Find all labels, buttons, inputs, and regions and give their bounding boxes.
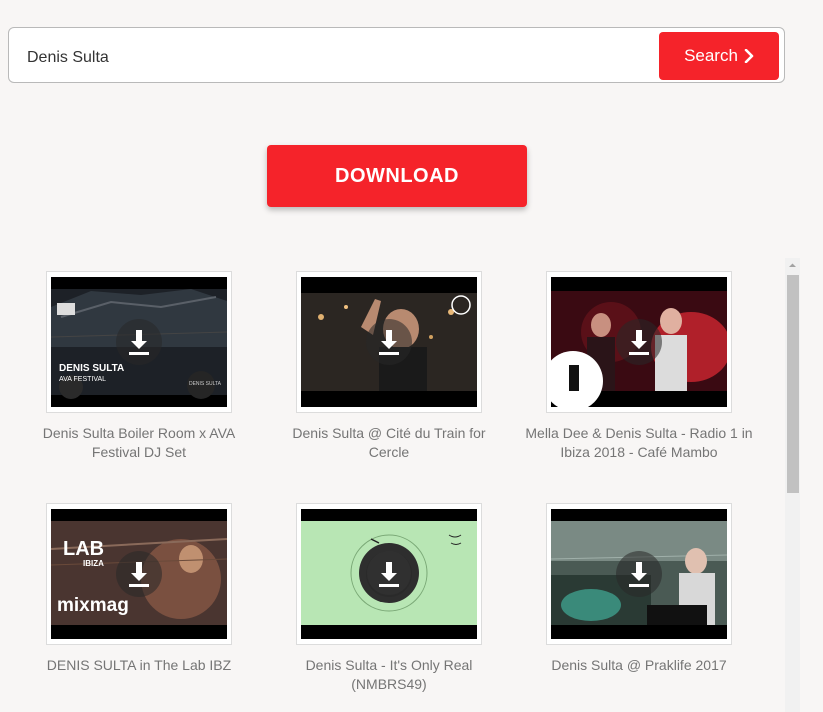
video-title[interactable]: DENIS SULTA in The Lab IBZ <box>25 656 253 675</box>
download-overlay-icon[interactable] <box>366 319 412 365</box>
video-title[interactable]: Denis Sulta @ Praklife 2017 <box>525 656 753 675</box>
download-overlay-icon[interactable] <box>366 551 412 597</box>
video-thumbnail[interactable] <box>546 503 732 645</box>
search-bar: Search <box>8 27 785 83</box>
results-grid: DENIS SULTA AVA FESTIVAL DENIS SULTA Den… <box>0 258 782 712</box>
video-thumbnail[interactable] <box>546 271 732 413</box>
thumb-watermark: DENIS SULTA <box>188 381 221 387</box>
thumb-caption: DENIS SULTA <box>59 363 125 374</box>
download-overlay-icon[interactable] <box>116 319 162 365</box>
video-title[interactable]: Denis Sulta Boiler Room x AVA Festival D… <box>25 424 253 462</box>
download-overlay-icon[interactable] <box>116 551 162 597</box>
video-thumbnail[interactable]: LAB IBIZA mixmag <box>46 503 232 645</box>
search-button[interactable]: Search <box>659 32 779 80</box>
video-title[interactable]: Denis Sulta @ Cité du Train for Cercle <box>275 424 503 462</box>
video-title[interactable]: Denis Sulta - It's Only Real (NMBRS49) <box>275 656 503 694</box>
scrollbar-thumb[interactable] <box>787 275 799 493</box>
thumb-logo: LAB <box>63 538 105 560</box>
scroll-up-arrow-icon[interactable] <box>785 258 800 273</box>
search-button-label: Search <box>684 46 738 65</box>
search-input[interactable] <box>25 44 629 72</box>
thumb-subcaption: IBIZA <box>83 559 104 568</box>
results-scrollbar[interactable] <box>785 258 800 712</box>
video-title[interactable]: Mella Dee & Denis Sulta - Radio 1 in Ibi… <box>525 424 753 462</box>
video-thumbnail[interactable] <box>296 271 482 413</box>
thumb-brand: mixmag <box>57 595 129 616</box>
video-thumbnail[interactable] <box>296 503 482 645</box>
thumb-subcaption: AVA FESTIVAL <box>59 376 107 383</box>
chevron-right-icon <box>744 49 754 63</box>
download-overlay-icon[interactable] <box>616 319 662 365</box>
video-thumbnail[interactable]: DENIS SULTA AVA FESTIVAL DENIS SULTA <box>46 271 232 413</box>
download-overlay-icon[interactable] <box>616 551 662 597</box>
download-button[interactable]: DOWNLOAD <box>267 145 527 207</box>
